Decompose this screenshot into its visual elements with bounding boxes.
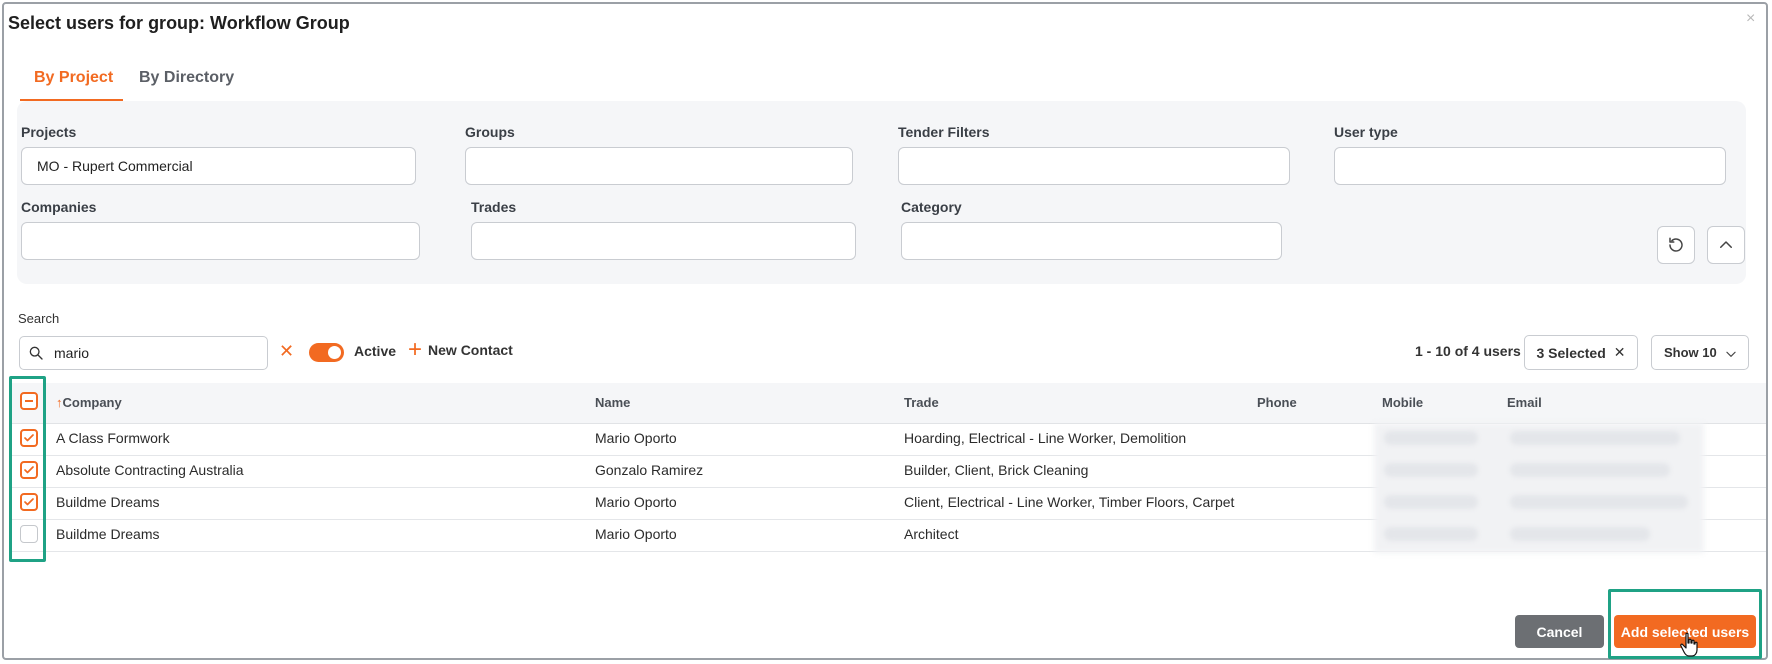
chevron-down-icon	[1726, 351, 1736, 357]
trades-field[interactable]	[471, 222, 856, 260]
clear-search-icon[interactable]: ✕	[279, 341, 294, 362]
cell-trade: Hoarding, Electrical - Line Worker, Demo…	[904, 430, 1187, 446]
redacted-mobile	[1384, 495, 1478, 509]
reset-icon	[1669, 237, 1683, 252]
cell-trade: Architect	[904, 526, 959, 542]
category-field[interactable]	[901, 222, 1282, 260]
search-field[interactable]	[19, 336, 268, 370]
redacted-email	[1510, 463, 1670, 477]
cell-company: Absolute Contracting Australia	[56, 462, 244, 478]
tender-filters-label: Tender Filters	[898, 124, 990, 140]
user-type-label: User type	[1334, 124, 1398, 140]
reset-filters-button[interactable]	[1657, 226, 1695, 264]
chevron-up-icon	[1720, 241, 1732, 248]
page-size-select[interactable]: Show 10	[1651, 335, 1749, 370]
close-icon[interactable]: ×	[1746, 10, 1755, 28]
hand-cursor-icon	[1680, 632, 1698, 657]
companies-field[interactable]	[21, 222, 420, 260]
cell-trade: Client, Electrical - Line Worker, Timber…	[904, 494, 1235, 510]
projects-value: MO - Rupert Commercial	[37, 158, 193, 174]
selected-count-button[interactable]: 3 Selected ✕	[1524, 335, 1638, 370]
column-header-trade[interactable]: Trade	[904, 395, 939, 410]
active-label: Active	[354, 343, 397, 359]
groups-field[interactable]	[465, 147, 853, 185]
groups-label: Groups	[465, 124, 515, 140]
table-header	[11, 383, 1766, 424]
redacted-mobile	[1384, 527, 1478, 541]
dialog-title: Select users for group: Workflow Group	[8, 13, 350, 33]
cell-name: Mario Oporto	[595, 526, 677, 542]
category-label: Category	[901, 199, 962, 215]
user-type-field[interactable]	[1334, 147, 1726, 185]
page-size-label: Show 10	[1664, 345, 1717, 360]
pagination-summary: 1 - 10 of 4 users	[1415, 343, 1521, 359]
cell-company: Buildme Dreams	[56, 494, 160, 510]
column-header-phone[interactable]: Phone	[1257, 395, 1297, 410]
cell-company: Buildme Dreams	[56, 526, 160, 542]
redacted-email	[1510, 495, 1688, 509]
search-input[interactable]	[52, 344, 256, 362]
active-toggle[interactable]	[309, 343, 344, 362]
tab-by-project[interactable]: By Project	[34, 69, 113, 87]
companies-label: Companies	[21, 199, 97, 215]
column-header-company[interactable]: ↑Company	[56, 395, 122, 410]
new-contact-button[interactable]: + New Contact	[408, 336, 513, 363]
column-header-mobile[interactable]: Mobile	[1382, 395, 1423, 410]
tender-filters-field[interactable]	[898, 147, 1290, 185]
tab-by-directory[interactable]: By Directory	[139, 69, 234, 87]
search-label: Search	[18, 311, 60, 326]
trades-label: Trades	[471, 199, 517, 215]
projects-field[interactable]: MO - Rupert Commercial	[21, 147, 416, 185]
plus-icon: +	[408, 336, 423, 363]
cancel-button[interactable]: Cancel	[1515, 615, 1604, 648]
column-header-name[interactable]: Name	[595, 395, 630, 410]
column-header-email[interactable]: Email	[1507, 395, 1542, 410]
redacted-email	[1510, 431, 1680, 445]
redacted-email	[1510, 527, 1650, 541]
projects-label: Projects	[21, 124, 77, 140]
cell-trade: Builder, Client, Brick Cleaning	[904, 462, 1089, 478]
clear-selection-icon[interactable]: ✕	[1614, 344, 1626, 361]
collapse-filters-button[interactable]	[1707, 226, 1745, 264]
cell-company: A Class Formwork	[56, 430, 170, 446]
cell-name: Mario Oporto	[595, 494, 677, 510]
cell-name: Gonzalo Ramirez	[595, 462, 704, 478]
selected-count-label: 3 Selected	[1536, 344, 1606, 361]
checkbox-column-highlight	[9, 376, 46, 562]
redacted-mobile	[1384, 463, 1478, 477]
search-icon	[29, 346, 43, 360]
cell-name: Mario Oporto	[595, 430, 677, 446]
company-column-label: Company	[62, 395, 122, 410]
new-contact-label: New Contact	[428, 342, 513, 358]
redacted-mobile	[1384, 431, 1478, 445]
